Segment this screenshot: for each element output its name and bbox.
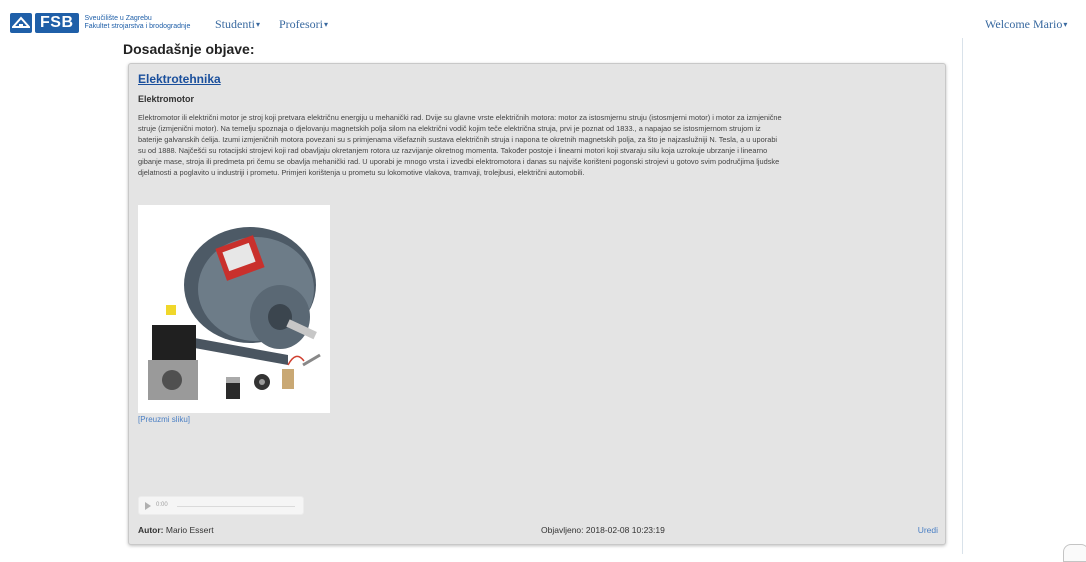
post-title-link[interactable]: Elektrotehnika — [138, 72, 221, 86]
post-body-text: Elektromotor ili električni motor je str… — [138, 113, 782, 177]
post-author: Autor: Mario Essert — [138, 525, 214, 535]
caret-down-icon: ▾ — [256, 20, 261, 29]
play-icon[interactable] — [145, 502, 151, 510]
logo-text-line-1: Sveučilište u Zagrebu — [84, 15, 152, 22]
download-image-link[interactable]: [Preuzmi sliku] — [138, 415, 190, 424]
nav-menu-studenti[interactable]: Studenti▾ — [215, 17, 260, 32]
fsb-logo[interactable]: FSB Sveučilište u Zagrebu Fakultet stroj… — [10, 12, 190, 34]
nav-menu-profesori[interactable]: Profesori▾ — [279, 17, 328, 32]
post-card: Elektrotehnika Elektromotor Elektromotor… — [128, 63, 946, 545]
top-navbar: FSB Sveučilište u Zagrebu Fakultet stroj… — [0, 0, 1086, 38]
caret-down-icon: ▾ — [324, 20, 329, 29]
audio-player[interactable]: 0:00 — [138, 496, 304, 515]
edit-post-link[interactable]: Uredi — [918, 525, 938, 535]
post-published: Objavljeno: 2018-02-08 10:23:19 — [541, 525, 665, 535]
fsb-emblem-icon — [10, 13, 32, 33]
post-footer: Autor: Mario Essert Objavljeno: 2018-02-… — [138, 525, 938, 537]
logo-wordmark: FSB — [35, 13, 79, 33]
user-menu[interactable]: Welcome Mario▾ — [985, 17, 1067, 32]
audio-progress-track[interactable] — [177, 506, 295, 507]
published-label: Objavljeno: — [541, 525, 584, 535]
author-name: Mario Essert — [165, 525, 214, 535]
audio-time: 0:00 — [156, 502, 168, 508]
page-title: Dosadašnje objave: — [123, 41, 255, 57]
logo-text-line-2: Fakultet strojarstva i brodogradnje — [84, 23, 191, 30]
chat-widget-icon[interactable] — [1063, 544, 1086, 562]
sidebar-divider — [962, 38, 963, 554]
electric-motor-image — [138, 205, 330, 413]
logo-institution-text: Sveučilište u Zagrebu Fakultet strojarst… — [85, 15, 191, 31]
published-datetime: 2018-02-08 10:23:19 — [585, 525, 665, 535]
author-label: Autor: — [138, 525, 164, 535]
post-subtitle: Elektromotor — [138, 94, 195, 104]
caret-down-icon: ▾ — [1063, 20, 1068, 29]
welcome-label: Welcome Mario — [985, 17, 1063, 31]
nav-menu-studenti-label: Studenti — [215, 17, 256, 31]
nav-menu-profesori-label: Profesori — [279, 17, 323, 31]
electric-motor-photo — [138, 205, 330, 413]
